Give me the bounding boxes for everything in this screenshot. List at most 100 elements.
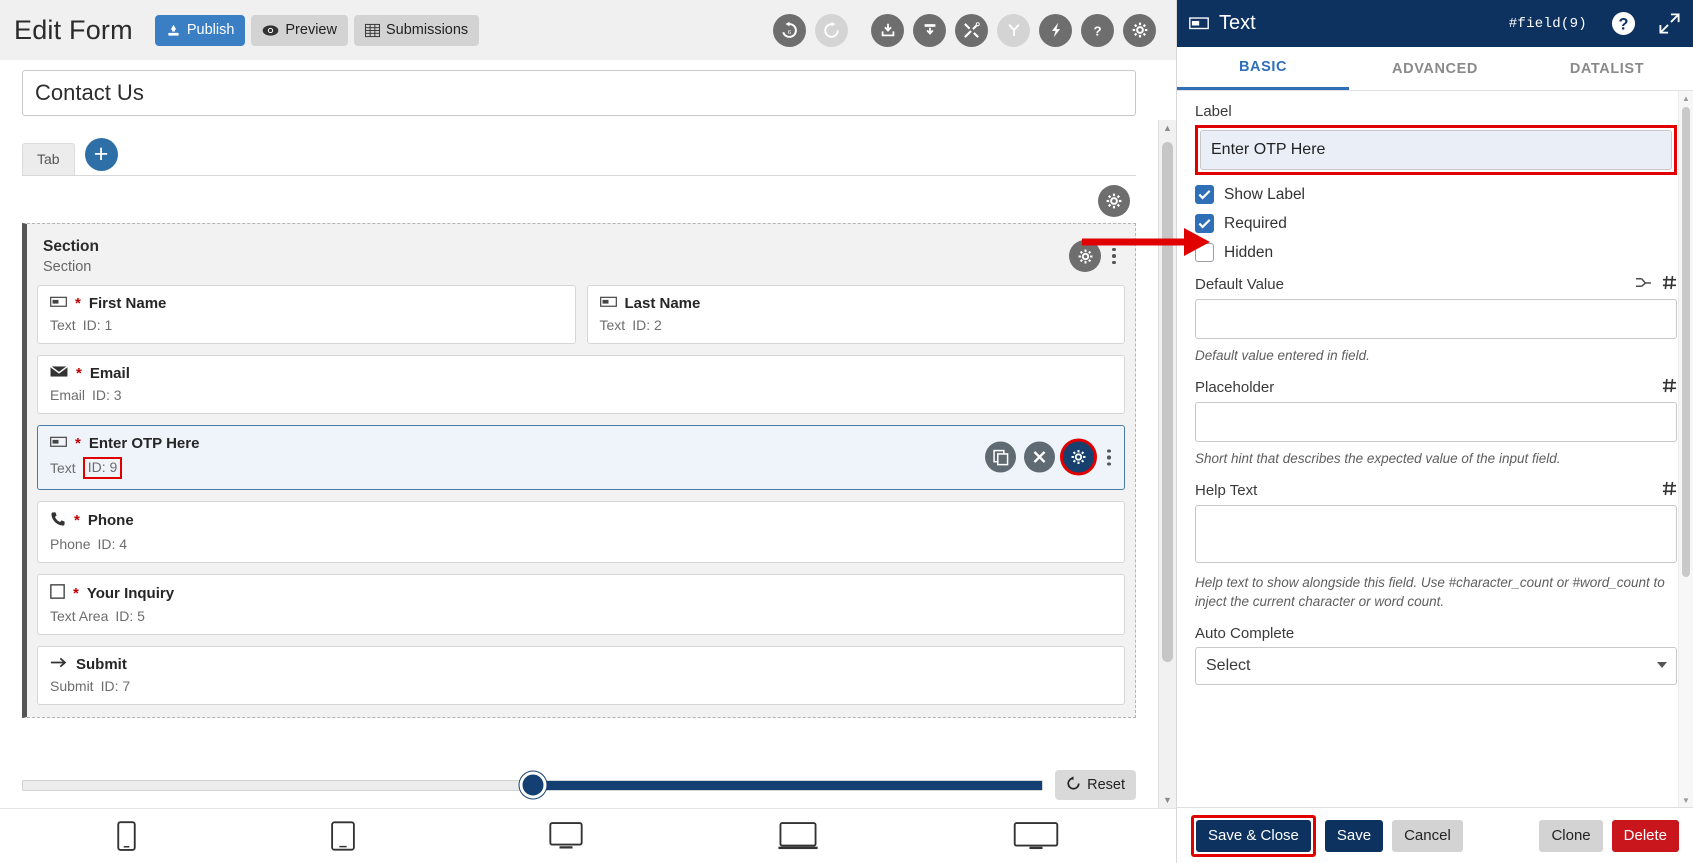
default-value-input[interactable] [1195,299,1677,339]
phone-icon [50,511,66,531]
form-name-field[interactable]: Contact Us [22,70,1136,116]
expand-icon[interactable] [1658,12,1681,35]
tab-item[interactable]: Tab [22,143,75,175]
default-value-caption: Default Value [1195,276,1284,293]
field-settings-panel: Text #field(9) ? BASIC ADVANCED DATALIST… [1176,0,1693,863]
field-label-text: Your Inquiry [86,584,175,602]
placeholder-input[interactable] [1195,402,1677,443]
close-icon[interactable] [1024,441,1055,473]
field-meta: Text ID: 2 [600,317,1113,333]
field-card-submit[interactable]: Submit Submit ID: 7 [37,645,1125,705]
table-icon [364,23,380,38]
save-and-close-button[interactable]: Save & Close [1196,819,1311,852]
panel-footer: Save & Close Save Cancel Clone Delete [1177,807,1693,863]
field-card-first-name[interactable]: * First Name Text ID: 1 [37,285,576,344]
width-slider-knob[interactable] [519,771,547,799]
scroll-down-icon[interactable]: ▼ [1159,792,1176,808]
clone-icon[interactable] [985,441,1016,473]
cancel-button[interactable]: Cancel [1392,819,1463,852]
panel-scrollbar[interactable]: ▲ ▼ [1678,91,1693,807]
hash-icon[interactable] [1662,481,1677,500]
field-card-your-inquiry[interactable]: * Your Inquiry Text Area ID: 5 [37,573,1125,635]
default-value-caption-row: Default Value [1195,275,1677,294]
panel-scroll-down-icon[interactable]: ▼ [1679,793,1693,807]
field-card-enter-otp-here[interactable]: * Enter OTP Here Text ID: 9 [37,425,1125,490]
clone-button[interactable]: Clone [1539,819,1603,852]
delete-button[interactable]: Delete [1611,819,1679,852]
arrow-right-icon [50,656,68,673]
required-star: * [74,512,80,529]
page-settings-row [22,176,1136,223]
hidden-checkbox[interactable] [1195,243,1214,262]
scrollbar-thumb[interactable] [1162,142,1173,662]
help-icon[interactable]: ? [1081,13,1114,47]
hash-icon[interactable] [1662,378,1677,397]
width-slider-track[interactable] [22,771,1044,799]
submissions-button[interactable]: Submissions [353,14,480,46]
gear-icon[interactable] [1063,441,1094,473]
required-star: * [73,584,79,602]
canvas-scrollbar[interactable]: ▲ ▼ [1158,120,1176,808]
tab-datalist[interactable]: DATALIST [1521,47,1693,90]
field-label-line: * First Name [50,295,563,312]
field-kebab-menu-icon[interactable] [1102,449,1116,466]
section-header: Section Section [37,234,1125,285]
panel-field-id: #field(9) [1508,15,1587,32]
show-label-checkbox[interactable] [1195,185,1214,204]
form-name-value: Contact Us [35,80,144,105]
reset-button[interactable]: Reset [1055,770,1136,800]
text-field-icon [50,435,67,452]
submissions-label: Submissions [385,22,469,38]
merge-fields-icon[interactable] [1635,276,1652,294]
hash-icon[interactable] [1662,275,1677,294]
field-meta: Email ID: 3 [50,387,1112,403]
required-row[interactable]: Required [1195,214,1677,233]
device-mobile-icon[interactable] [117,821,136,851]
tools-icon[interactable] [955,13,988,47]
required-star: * [76,365,82,382]
import-icon[interactable] [871,13,904,47]
preview-button[interactable]: Preview [251,14,348,46]
device-tablet-small-icon[interactable] [331,821,355,851]
section-subtitle: Section [43,259,92,275]
publish-button[interactable]: Publish [154,14,246,46]
page-gear-icon[interactable] [1098,185,1130,217]
add-tab-button[interactable]: + [84,138,118,171]
tab-advanced[interactable]: ADVANCED [1349,47,1521,90]
field-label-line: * Phone [50,511,1112,531]
hidden-row[interactable]: Hidden [1195,243,1677,262]
undo-history-icon[interactable]: 6 [773,13,806,47]
field-card-phone[interactable]: * Phone Phone ID: 4 [37,500,1125,563]
canvas-width-slider-bar: Reset [0,762,1158,808]
panel-scrollbar-thumb[interactable] [1682,107,1690,577]
save-button[interactable]: Save [1324,819,1384,852]
help-text-caption: Help Text [1195,482,1258,500]
field-type: Text Area [50,607,109,624]
settings-gear-icon[interactable] [1123,13,1156,47]
help-circle-icon[interactable]: ? [1611,11,1636,36]
lightning-icon[interactable] [1039,13,1072,47]
panel-scroll-up-icon[interactable]: ▲ [1679,91,1693,105]
label-input[interactable] [1200,130,1672,170]
show-label-text: Show Label [1224,185,1306,203]
device-desktop-icon[interactable] [1013,822,1059,850]
device-laptop-icon[interactable] [778,822,818,850]
field-label-line: * Your Inquiry [50,583,1112,603]
field-id: ID: 7 [100,677,131,694]
required-checkbox[interactable] [1195,214,1214,233]
section-gear-icon[interactable] [1069,240,1101,272]
placeholder-caption-row: Placeholder [1195,378,1677,397]
field-card-last-name[interactable]: Last Name Text ID: 2 [586,285,1125,344]
auto-complete-select[interactable]: Select [1195,646,1677,685]
section-kebab-menu-icon[interactable] [1107,247,1121,265]
show-label-row[interactable]: Show Label [1195,185,1677,204]
tab-basic[interactable]: BASIC [1177,47,1349,90]
device-tablet-icon[interactable] [549,822,584,850]
field-card-email[interactable]: * Email Email ID: 3 [37,355,1125,414]
required-star: * [75,295,81,312]
label-input-annotation [1195,125,1677,175]
auto-complete-caption: Auto Complete [1195,624,1295,642]
scroll-up-icon[interactable]: ▲ [1159,120,1176,136]
export-icon[interactable] [913,13,946,47]
help-text-textarea[interactable] [1195,505,1677,564]
